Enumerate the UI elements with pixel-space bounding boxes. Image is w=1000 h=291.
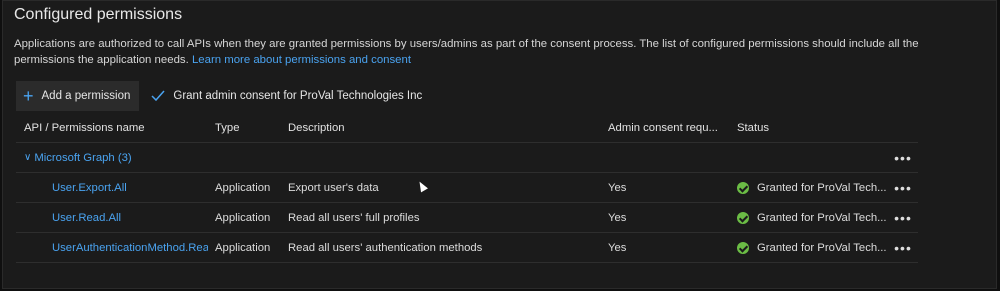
status-text: Granted for ProVal Tech... — [757, 211, 887, 224]
plus-icon: + — [23, 86, 34, 106]
permission-description: Read all users' authentication methods — [288, 241, 483, 254]
success-check-icon — [737, 211, 749, 224]
permission-name-link[interactable]: User.Export.All — [52, 173, 208, 202]
admin-consent-required: Yes — [608, 181, 627, 194]
header-type[interactable]: Type — [215, 114, 283, 142]
header-description[interactable]: Description — [288, 114, 598, 142]
group-toggle[interactable]: ∨ Microsoft Graph (3) — [24, 143, 208, 172]
permission-description: Export user's data — [288, 181, 379, 194]
status-cell: Granted for ProVal Tech... — [737, 173, 887, 202]
ellipsis-icon: ••• — [894, 149, 912, 166]
group-row-microsoft-graph: ∨ Microsoft Graph (3) ••• — [16, 143, 918, 173]
table-row: UserAuthenticationMethod.Read Applicatio… — [16, 233, 918, 263]
success-check-icon — [737, 241, 749, 254]
table-row: User.Export.All Application Export user'… — [16, 173, 918, 203]
permission-type: Application — [215, 241, 271, 254]
status-cell: Granted for ProVal Tech... — [737, 203, 887, 232]
header-api-permissions-name[interactable]: API / Permissions name — [24, 114, 208, 142]
table-row: User.Read.All Application Read all users… — [16, 203, 918, 233]
grant-admin-consent-label: Grant admin consent for ProVal Technolog… — [173, 90, 423, 102]
permissions-toolbar: + Add a permission Grant admin consent f… — [16, 81, 422, 111]
header-status[interactable]: Status — [737, 114, 887, 142]
admin-consent-required: Yes — [608, 211, 627, 224]
status-text: Granted for ProVal Tech... — [757, 181, 887, 194]
row-more-button[interactable]: ••• — [892, 233, 914, 262]
permission-name-link[interactable]: UserAuthenticationMethod.Read — [52, 233, 208, 262]
learn-more-link[interactable]: Learn more about permissions and consent — [192, 54, 411, 66]
permission-type: Application — [215, 211, 271, 224]
add-permission-button[interactable]: + Add a permission — [16, 81, 140, 111]
admin-consent-required: Yes — [608, 241, 627, 254]
success-check-icon — [737, 181, 749, 194]
row-more-button[interactable]: ••• — [892, 203, 914, 232]
group-label: Microsoft Graph (3) — [34, 151, 132, 164]
description-text: Applications are authorized to call APIs… — [14, 38, 919, 66]
row-more-button[interactable]: ••• — [892, 173, 914, 202]
ellipsis-icon: ••• — [894, 209, 912, 226]
configured-permissions-panel: Configured permissions Applications are … — [2, 0, 997, 289]
permission-description: Read all users' full profiles — [288, 211, 420, 224]
section-title: Configured permissions — [14, 6, 183, 23]
add-permission-label: Add a permission — [41, 90, 131, 102]
permission-type: Application — [215, 181, 271, 194]
section-description: Applications are authorized to call APIs… — [14, 36, 919, 68]
chevron-down-icon: ∨ — [24, 152, 32, 163]
status-text: Granted for ProVal Tech... — [757, 241, 887, 254]
status-cell: Granted for ProVal Tech... — [737, 233, 887, 262]
header-admin-consent[interactable]: Admin consent requ... — [608, 114, 728, 142]
checkmark-icon — [151, 90, 165, 102]
grant-admin-consent-button[interactable]: Grant admin consent for ProVal Technolog… — [151, 90, 422, 102]
permissions-table: API / Permissions name Type Description … — [16, 114, 918, 263]
ellipsis-icon: ••• — [894, 239, 912, 256]
group-more-button[interactable]: ••• — [892, 143, 914, 172]
table-header-row: API / Permissions name Type Description … — [16, 114, 918, 143]
permission-name-link[interactable]: User.Read.All — [52, 203, 208, 232]
ellipsis-icon: ••• — [894, 179, 912, 196]
